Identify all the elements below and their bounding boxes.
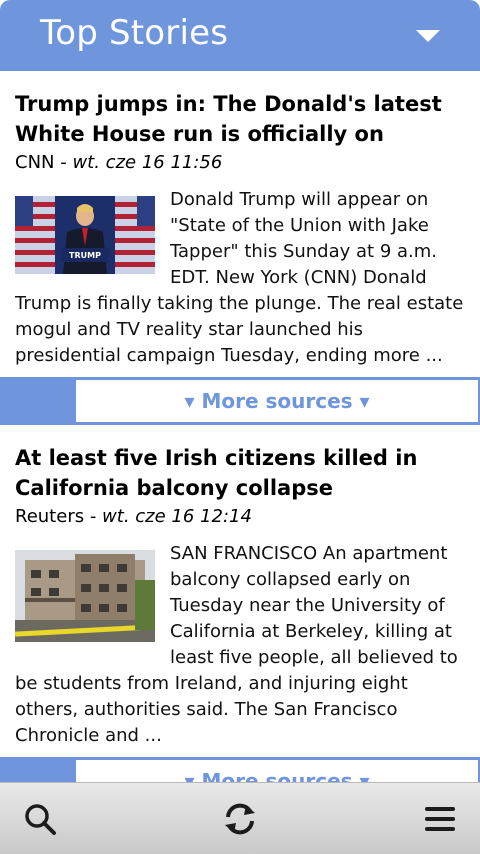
story-title[interactable]: Trump jumps in: The Donald's latest Whit… <box>15 89 467 149</box>
more-sources-button[interactable]: ▾ More sources ▾ <box>75 759 479 782</box>
stories-list[interactable]: Trump jumps in: The Donald's latest Whit… <box>0 71 480 782</box>
story-body-wrap: SAN FRANCISCO An apartment balcony colla… <box>15 541 467 749</box>
more-sources-button[interactable]: ▾ More sources ▾ <box>75 379 479 423</box>
story-date: wt. cze 16 11:56 <box>72 152 223 173</box>
story-title[interactable]: At least five Irish citizens killed in C… <box>15 443 467 503</box>
refresh-icon[interactable] <box>222 801 258 837</box>
story-source: Reuters <box>15 506 85 527</box>
meta-separator: - <box>84 506 103 527</box>
more-sources-bar: ▾ More sources ▾ <box>0 757 480 782</box>
meta-separator: - <box>54 152 73 173</box>
menu-icon[interactable] <box>422 801 458 837</box>
story-body-wrap: TRUMP Donald Trump will appear on "State… <box>15 187 467 369</box>
bottom-toolbar <box>0 782 480 854</box>
top-bar: Top Stories <box>0 0 480 71</box>
story-thumbnail[interactable] <box>15 550 155 642</box>
story-source: CNN <box>15 152 55 173</box>
story-item[interactable]: Trump jumps in: The Donald's latest Whit… <box>15 89 467 369</box>
page-title[interactable]: Top Stories <box>40 13 228 53</box>
story-item[interactable]: At least five Irish citizens killed in C… <box>15 443 467 749</box>
chevron-down-icon[interactable] <box>416 30 440 44</box>
story-date: wt. cze 16 12:14 <box>102 506 252 527</box>
more-sources-bar: ▾ More sources ▾ <box>0 377 480 425</box>
story-meta: Reuters - wt. cze 16 12:14 <box>15 503 467 531</box>
search-icon[interactable] <box>22 801 58 837</box>
podium-sign: TRUMP <box>69 251 101 260</box>
story-thumbnail[interactable]: TRUMP <box>15 196 155 274</box>
story-meta: CNN - wt. cze 16 11:56 <box>15 149 467 177</box>
